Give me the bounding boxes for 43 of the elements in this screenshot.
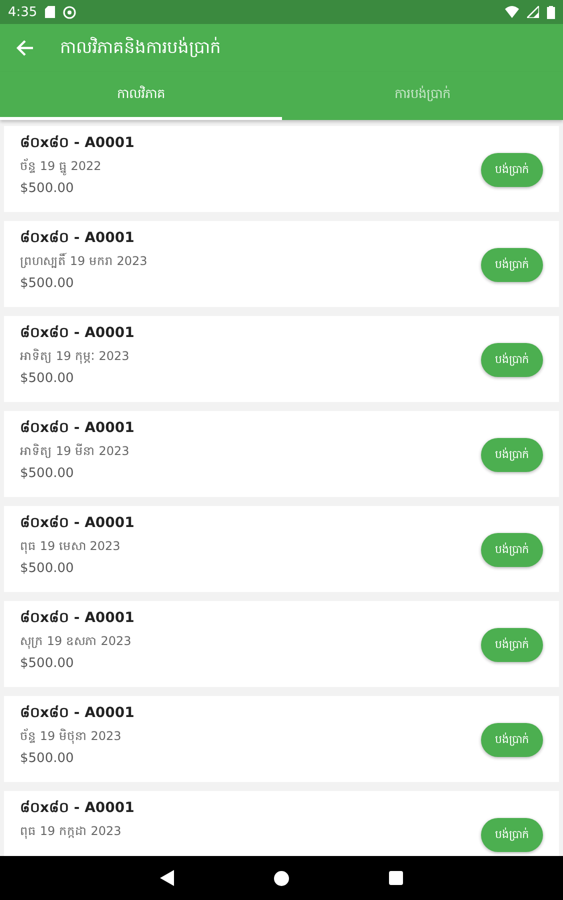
pay-button[interactable]: បង់ប្រាក់ — [481, 153, 543, 187]
item-title: ៨០x៨០ - A0001 — [20, 514, 136, 532]
circle-badge-icon — [63, 6, 76, 18]
pay-button[interactable]: បង់ប្រាក់ — [481, 818, 543, 852]
due-date: ពុធ 19 កក្កដា 2023 — [20, 823, 122, 840]
signal-icon — [527, 6, 539, 18]
back-arrow-icon[interactable] — [16, 39, 34, 57]
due-date: ច័ន្ទ 19 មិថុនា 2023 — [20, 727, 122, 745]
pay-button[interactable]: បង់ប្រាក់ — [481, 343, 543, 377]
item-title: ៨០x៨០ - A0001 — [20, 704, 136, 722]
due-date: សុក្រ 19 ឧសភា 2023 — [20, 633, 132, 650]
back-icon[interactable] — [160, 870, 174, 886]
screen-title: កាលវិភាគនិងការបង់ប្រាក់ — [60, 36, 221, 60]
due-date: អាទិត្យ 19 មីនា 2023 — [20, 442, 130, 460]
amount: $500.00 — [20, 560, 75, 578]
due-date: ព្រហស្បតិ៍ 19 មករា 2023 — [20, 252, 148, 270]
home-icon[interactable] — [274, 870, 289, 886]
pay-button[interactable]: បង់ប្រាក់ — [481, 248, 543, 282]
item-title: ៨០x៨០ - A0001 — [20, 799, 136, 817]
amount: $500.00 — [20, 180, 75, 198]
clock: 4:35 — [8, 4, 38, 20]
item-title: ៨០x៨០ - A0001 — [20, 229, 136, 247]
item-title: ៨០x៨០ - A0001 — [20, 419, 136, 437]
pay-button[interactable]: បង់ប្រាក់ — [481, 628, 543, 662]
battery-icon — [547, 6, 555, 18]
item-title: ៨០x៨០ - A0001 — [20, 134, 136, 152]
tab[interactable]: កាលវិភាគ — [0, 72, 282, 120]
due-date: ពុធ 19 មេសា 2023 — [20, 538, 122, 555]
amount: $500.00 — [20, 655, 75, 673]
pay-button[interactable]: បង់ប្រាក់ — [481, 723, 543, 757]
sd-card-icon — [45, 6, 56, 18]
pay-button[interactable]: បង់ប្រាក់ — [481, 533, 543, 567]
pay-button[interactable]: បង់ប្រាក់ — [481, 438, 543, 472]
amount: $500.00 — [20, 275, 75, 293]
amount: $500.00 — [20, 370, 75, 388]
due-date: ច័ន្ទ 19 ធ្នូ 2022 — [20, 157, 481, 175]
item-title: ៨០x៨០ - A0001 — [20, 324, 136, 342]
wifi-icon — [505, 6, 519, 18]
due-date: អាទិត្យ 19 កុម្ភៈ 2023 — [20, 348, 130, 365]
amount: $500.00 — [20, 465, 75, 483]
item-title: ៨០x៨០ - A0001 — [20, 609, 136, 627]
amount: $500.00 — [20, 750, 75, 768]
tab[interactable]: ការបង់ប្រាក់ — [282, 72, 563, 120]
